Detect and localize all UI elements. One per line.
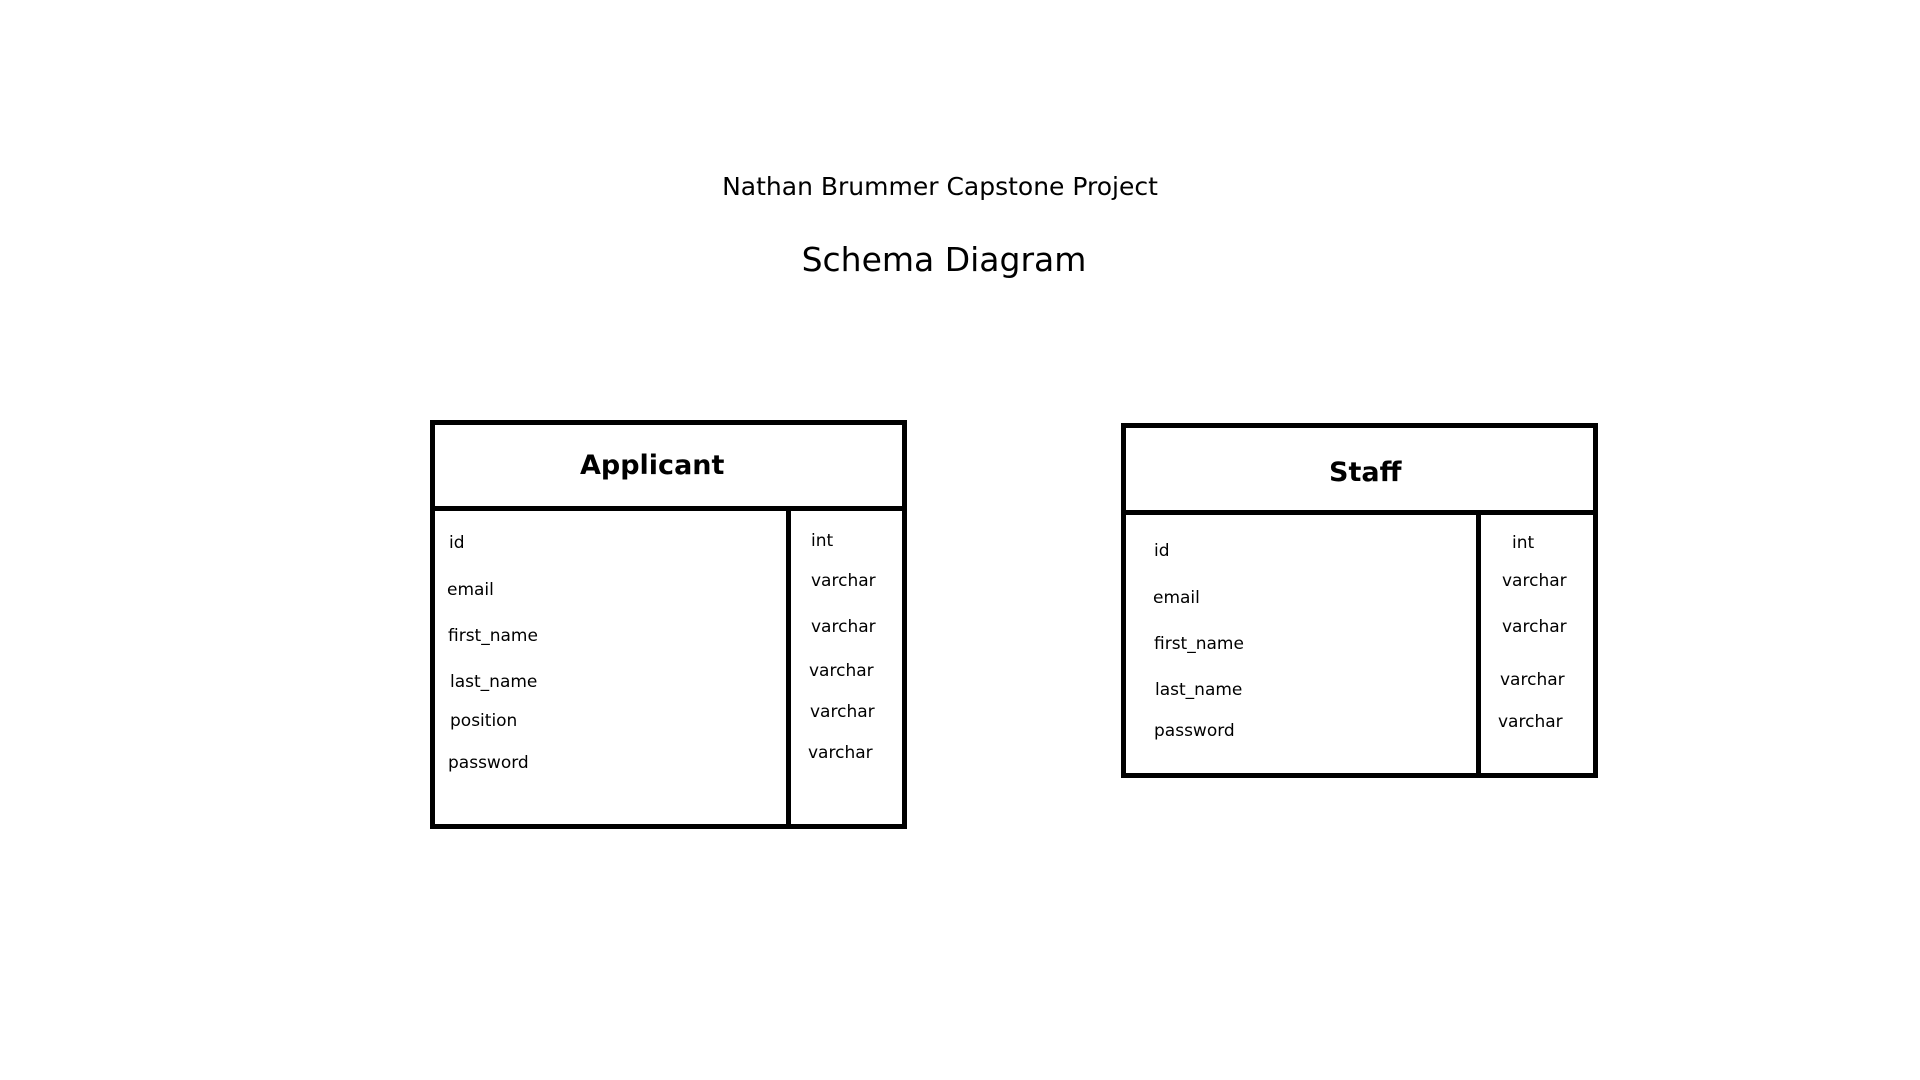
staff-field-type: varchar: [1498, 712, 1563, 732]
applicant-field-name: password: [448, 753, 529, 773]
applicant-table: Applicant id email first_name last_name …: [430, 420, 907, 829]
applicant-field-name: position: [450, 711, 518, 731]
applicant-field-name: email: [447, 580, 494, 600]
applicant-field-type: varchar: [811, 617, 876, 637]
staff-field-name: last_name: [1155, 680, 1243, 700]
applicant-table-header: Applicant: [435, 425, 902, 511]
applicant-field-type: varchar: [808, 743, 873, 763]
applicant-field-name: first_name: [448, 626, 538, 646]
applicant-field-type: varchar: [811, 571, 876, 591]
staff-field-type: varchar: [1500, 670, 1565, 690]
staff-field-name: email: [1153, 588, 1200, 608]
applicant-column-divider: [786, 506, 791, 824]
staff-field-name: id: [1154, 541, 1170, 561]
diagram-title: Schema Diagram: [801, 240, 1087, 279]
project-subtitle: Nathan Brummer Capstone Project: [722, 172, 1158, 201]
applicant-field-type: varchar: [810, 702, 875, 722]
applicant-field-name: last_name: [450, 672, 538, 692]
applicant-field-type: varchar: [809, 661, 874, 681]
staff-field-type: varchar: [1502, 571, 1567, 591]
staff-field-type: varchar: [1502, 617, 1567, 637]
applicant-field-name: id: [449, 533, 465, 553]
staff-table-header: Staff: [1126, 428, 1593, 515]
staff-field-type: int: [1512, 533, 1535, 553]
staff-field-name: first_name: [1154, 634, 1244, 654]
staff-table: Staff id email first_name last_name pass…: [1121, 423, 1598, 778]
staff-field-name: password: [1154, 721, 1235, 741]
staff-column-divider: [1476, 510, 1481, 773]
applicant-field-type: int: [811, 531, 834, 551]
